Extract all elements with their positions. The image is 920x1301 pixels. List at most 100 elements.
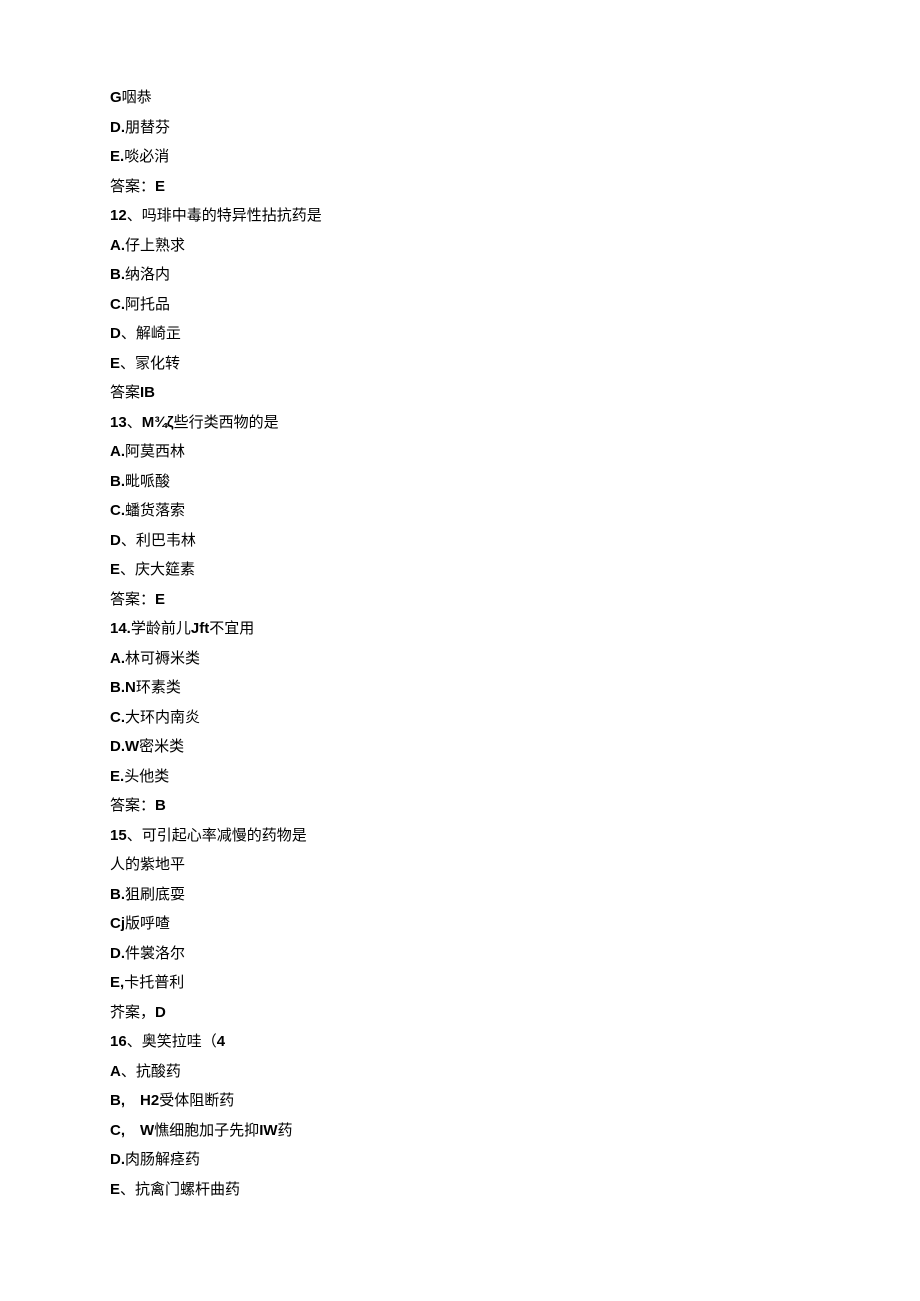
text-run: 、抗禽门螺杆曲药 xyxy=(120,1181,240,1198)
text-run: 阿莫西林 xyxy=(125,443,185,460)
text-line: E.啖必消 xyxy=(110,149,810,164)
text-line: D、解崎㱏 xyxy=(110,326,810,341)
text-line: D、利巴韦林 xyxy=(110,533,810,548)
text-run: 仔上熟求 xyxy=(125,237,185,254)
text-run: D xyxy=(110,325,121,342)
text-line: B.狙刷底耍 xyxy=(110,887,810,902)
text-run: A. xyxy=(110,443,125,460)
text-line: D.朋替芬 xyxy=(110,120,810,135)
text-run: G xyxy=(110,89,122,106)
text-line: 13、M¾ζ些行类西物的是 xyxy=(110,415,810,430)
text-line: Cj版呼喳 xyxy=(110,916,810,931)
text-run: D. xyxy=(110,119,125,136)
text-run: 头他类 xyxy=(124,768,169,785)
text-run: E xyxy=(110,561,120,578)
text-line: 15、可引起心率减慢的药物是 xyxy=(110,828,810,843)
text-run: 答案 xyxy=(110,384,140,401)
text-run: 不宜用 xyxy=(209,620,254,637)
text-run: A xyxy=(110,1063,121,1080)
text-line: E、冡化转 xyxy=(110,356,810,371)
text-run: 林可褥米类 xyxy=(125,650,200,667)
text-run: 件裳洛尔 xyxy=(125,945,185,962)
text-run: 、冡化转 xyxy=(120,355,180,372)
text-run: 12 xyxy=(110,207,127,224)
text-run: E, xyxy=(110,974,124,991)
text-run: M¾ζ xyxy=(142,414,174,431)
text-line: E、抗禽门螺杆曲药 xyxy=(110,1182,810,1197)
text-line: C.大环内南炎 xyxy=(110,710,810,725)
text-run: E xyxy=(155,178,165,195)
text-run: 答案： xyxy=(110,591,155,608)
text-run: E xyxy=(110,1181,120,1198)
text-run: 人的紫地平 xyxy=(110,856,185,873)
text-line: B, H2受体阻断药 xyxy=(110,1093,810,1108)
text-run: D xyxy=(155,1004,166,1021)
text-run: IW xyxy=(259,1122,277,1139)
text-run: B, H2 xyxy=(110,1092,159,1109)
text-run: 版呼喳 xyxy=(125,915,170,932)
text-line: A、抗酸药 xyxy=(110,1064,810,1079)
text-line: E,卡托普利 xyxy=(110,975,810,990)
text-run: 15 xyxy=(110,827,127,844)
text-line: B.N环素类 xyxy=(110,680,810,695)
text-run: 芥案， xyxy=(110,1004,155,1021)
text-run: 蟠货落索 xyxy=(125,502,185,519)
text-run: 憔细胞加子先抑 xyxy=(154,1122,259,1139)
text-run: 肉肠解痉药 xyxy=(125,1151,200,1168)
text-run: C. xyxy=(110,296,125,313)
text-run: E. xyxy=(110,148,124,165)
text-run: 纳洛内 xyxy=(125,266,170,283)
text-run: 答案： xyxy=(110,178,155,195)
text-line: A.林可褥米类 xyxy=(110,651,810,666)
text-line: E.头他类 xyxy=(110,769,810,784)
text-run: 朋替芬 xyxy=(125,119,170,136)
text-run: B. xyxy=(110,266,125,283)
text-run: 学龄前儿 xyxy=(131,620,191,637)
text-run: C. xyxy=(110,502,125,519)
text-line: 芥案，D xyxy=(110,1005,810,1020)
text-run: 卡托普利 xyxy=(124,974,184,991)
text-run: 咽恭 xyxy=(122,89,152,106)
text-line: D.件裳洛尔 xyxy=(110,946,810,961)
text-run: D. xyxy=(110,1151,125,1168)
text-run: 、利巴韦林 xyxy=(121,532,196,549)
text-line: B.纳洛内 xyxy=(110,267,810,282)
text-run: 受体阻断药 xyxy=(159,1092,234,1109)
text-line: C.阿托品 xyxy=(110,297,810,312)
text-line: E、庆大筵素 xyxy=(110,562,810,577)
text-run: 密米类 xyxy=(139,738,184,755)
text-line: 人的紫地平 xyxy=(110,857,810,872)
text-line: A.阿莫西林 xyxy=(110,444,810,459)
text-line: C, W憔细胞加子先抑IW药 xyxy=(110,1123,810,1138)
text-line: C.蟠货落索 xyxy=(110,503,810,518)
text-run: 狙刷底耍 xyxy=(125,886,185,903)
text-run: B.N xyxy=(110,679,136,696)
text-run: 14. xyxy=(110,620,131,637)
text-run: D. xyxy=(110,945,125,962)
text-run: 大环内南炎 xyxy=(125,709,200,726)
text-run: 些行类西物的是 xyxy=(174,414,279,431)
text-run: 、奥笑拉哇（ xyxy=(127,1033,217,1050)
text-line: 答案：B xyxy=(110,798,810,813)
text-run: 啖必消 xyxy=(124,148,169,165)
text-run: 毗哌酸 xyxy=(125,473,170,490)
text-run: C. xyxy=(110,709,125,726)
text-run: E xyxy=(155,591,165,608)
text-run: 、 xyxy=(127,414,142,431)
text-run: 、可引起心率减慢的药物是 xyxy=(127,827,307,844)
text-run: 环素类 xyxy=(136,679,181,696)
text-line: B.毗哌酸 xyxy=(110,474,810,489)
text-line: 12、吗琲中毒的特异性拈抗药是 xyxy=(110,208,810,223)
text-line: 14.学龄前儿Jft不宜用 xyxy=(110,621,810,636)
text-run: C, W xyxy=(110,1122,154,1139)
text-run: 、抗酸药 xyxy=(121,1063,181,1080)
text-run: Cj xyxy=(110,915,125,932)
text-run: 、吗琲中毒的特异性拈抗药是 xyxy=(127,207,322,224)
text-run: D.W xyxy=(110,738,139,755)
text-line: A.仔上熟求 xyxy=(110,238,810,253)
text-line: 16、奥笑拉哇（4 xyxy=(110,1034,810,1049)
text-run: A. xyxy=(110,237,125,254)
text-line: 答案IB xyxy=(110,385,810,400)
text-line: D.W密米类 xyxy=(110,739,810,754)
text-run: B xyxy=(155,797,166,814)
